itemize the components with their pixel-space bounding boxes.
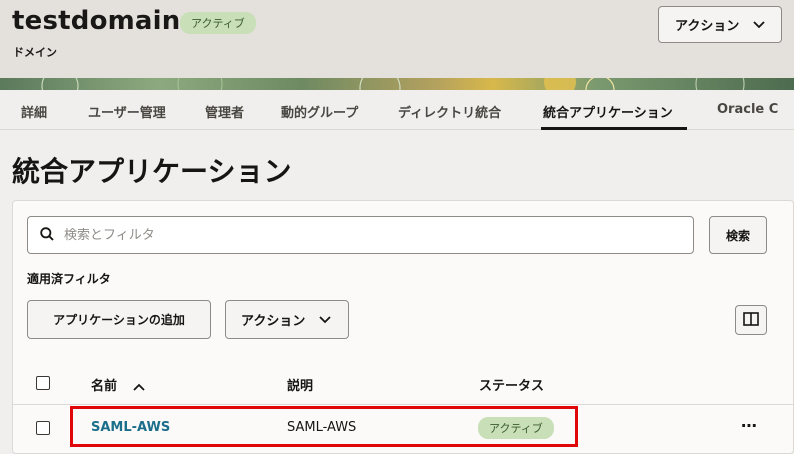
column-header-name[interactable]: 名前 — [91, 375, 117, 394]
domain-header: testdomain アクティブ ドメイン アクション — [0, 0, 794, 88]
domain-status-badge: アクティブ — [180, 12, 256, 34]
tab-dynamic-groups[interactable]: 動的グループ — [281, 102, 358, 121]
page-title: 統合アプリケーション — [12, 155, 292, 188]
search-icon — [40, 226, 54, 245]
application-name-link[interactable]: SAML-AWS — [91, 420, 170, 435]
active-tab-indicator — [541, 127, 687, 130]
column-layout-button[interactable] — [735, 305, 767, 335]
tab-user-management[interactable]: ユーザー管理 — [88, 102, 166, 121]
application-status-badge: アクティブ — [478, 417, 554, 439]
chevron-down-icon — [319, 315, 331, 324]
header-actions-label: アクション — [675, 19, 740, 34]
actions-menu-label: アクション — [241, 314, 306, 329]
domain-subtitle: ドメイン — [13, 46, 57, 59]
table-header-divider — [13, 404, 793, 405]
actions-menu-button[interactable]: アクション — [225, 300, 349, 339]
column-header-status[interactable]: ステータス — [479, 375, 544, 394]
decorative-banner — [0, 78, 794, 90]
header-actions-button[interactable]: アクション — [658, 6, 782, 43]
tab-integrated-applications[interactable]: 統合アプリケーション — [543, 102, 673, 121]
sort-ascending-icon[interactable] — [133, 377, 145, 396]
search-input[interactable] — [64, 227, 624, 243]
add-application-button[interactable]: アプリケーションの追加 — [27, 300, 211, 339]
columns-icon — [743, 311, 759, 330]
tab-details[interactable]: 詳細 — [21, 102, 47, 121]
tab-administrators[interactable]: 管理者 — [205, 102, 244, 121]
search-box[interactable] — [27, 216, 694, 254]
select-all-checkbox[interactable] — [36, 376, 50, 390]
column-header-description[interactable]: 説明 — [287, 375, 313, 394]
chevron-down-icon — [753, 20, 765, 29]
application-description: SAML-AWS — [287, 420, 357, 435]
tab-oracle-cloud-services[interactable]: Oracle C — [717, 102, 778, 117]
domain-title: testdomain — [12, 6, 181, 36]
row-more-actions-icon[interactable]: ⋯ — [741, 416, 758, 435]
tab-directory-integrations[interactable]: ディレクトリ統合 — [398, 102, 501, 121]
domain-tabs: 詳細 ユーザー管理 管理者 動的グループ ディレクトリ統合 統合アプリケーション… — [0, 90, 794, 130]
search-button[interactable]: 検索 — [709, 216, 767, 254]
applied-filters-label: 適用済フィルタ — [27, 272, 111, 286]
row-checkbox[interactable] — [36, 421, 50, 435]
